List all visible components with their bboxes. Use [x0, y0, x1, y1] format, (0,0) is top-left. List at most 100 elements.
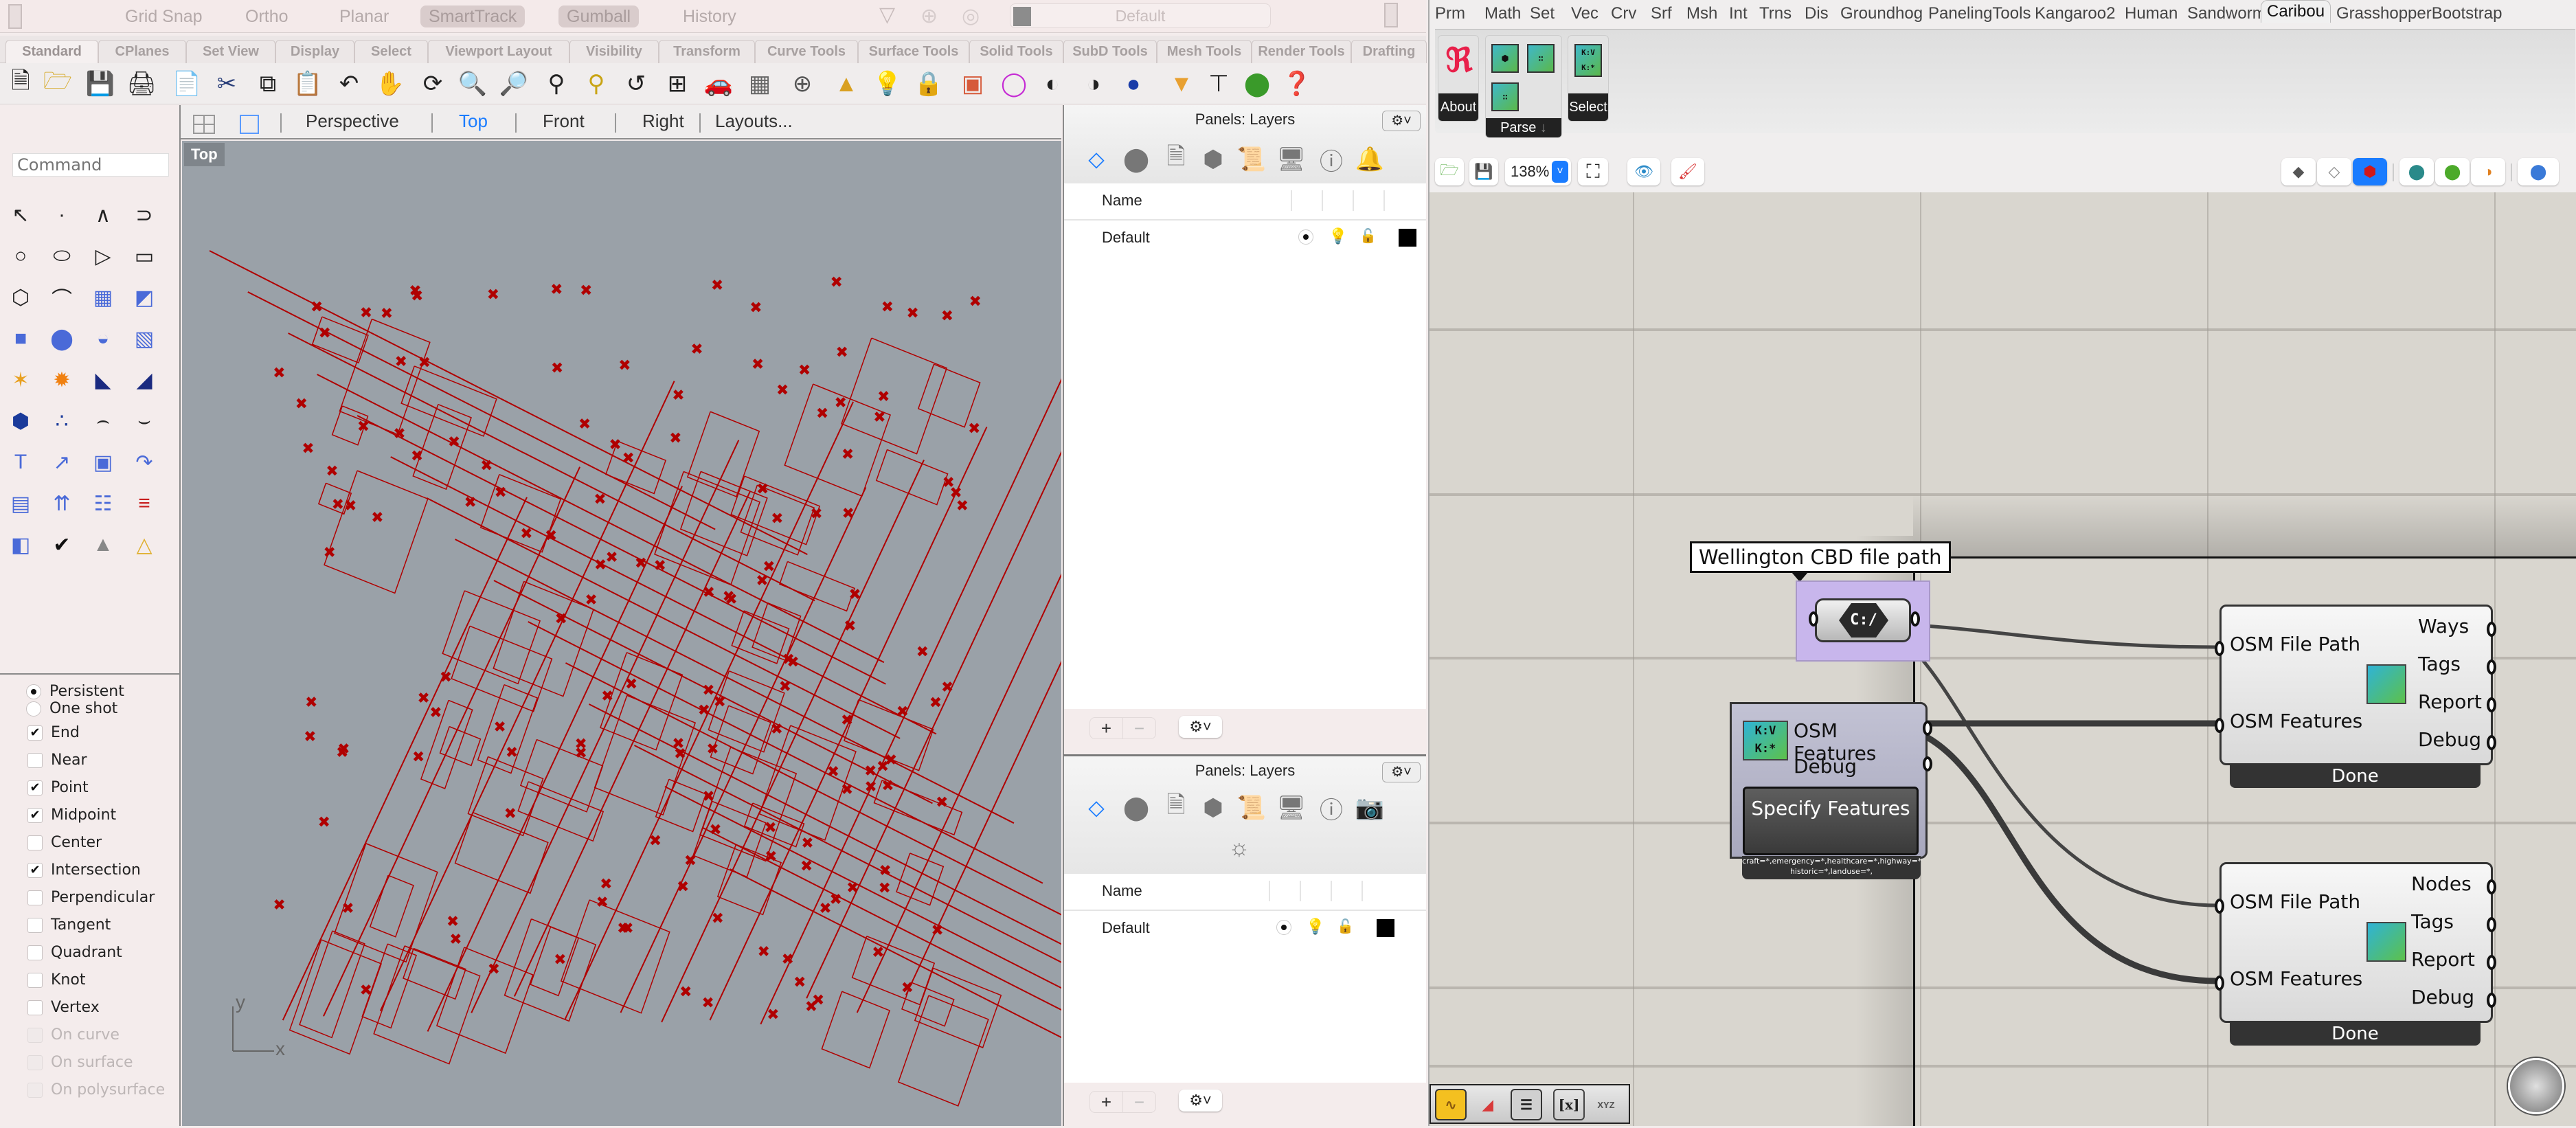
extrude-icon[interactable]: ◒ — [88, 324, 118, 354]
camera-icon[interactable]: 📷 — [1354, 792, 1386, 824]
object-properties-icon[interactable]: ⬢ — [1197, 144, 1229, 175]
output-grip[interactable] — [2487, 993, 2496, 1008]
specify-features-button[interactable]: Specify Features — [1743, 787, 1919, 855]
expression-icon[interactable]: [x] — [1553, 1089, 1585, 1120]
object-properties-icon[interactable]: ⬢ — [1197, 792, 1229, 824]
help-icon[interactable]: ⓘ — [1315, 792, 1347, 824]
input-grip[interactable] — [2215, 718, 2224, 733]
osnap-near[interactable]: Near — [27, 752, 87, 769]
four-view-layout-icon[interactable] — [193, 115, 215, 134]
layer-states-icon[interactable]: ⬤ — [1120, 144, 1152, 175]
preview-colour-icon[interactable]: ◑ — [2471, 158, 2505, 185]
fillet-icon[interactable]: ⌢ — [88, 406, 118, 436]
help-icon[interactable]: ❓ — [1282, 69, 1312, 99]
output-grip[interactable] — [2487, 697, 2496, 712]
layer-options-button[interactable]: ⚙˅ — [1179, 716, 1222, 738]
add-layer-button[interactable]: + — [1090, 1092, 1122, 1113]
gh-tab-prm[interactable]: Prm — [1435, 4, 1465, 23]
group-icon[interactable]: ∴ — [47, 406, 77, 436]
document-icon[interactable]: 🗎 — [1160, 792, 1192, 824]
chevron-down-icon[interactable]: ˅ — [1552, 161, 1568, 183]
cut-icon[interactable]: ✂ — [212, 69, 242, 99]
rendered-sphere-icon[interactable]: ● — [1118, 69, 1149, 99]
polygon-icon[interactable]: ⬡ — [5, 282, 36, 313]
layer-name[interactable]: Default — [1102, 919, 1150, 937]
tab-display[interactable]: Display — [275, 40, 354, 63]
rotate-view-icon[interactable]: ⟳ — [418, 69, 448, 99]
save-file-icon[interactable]: 💾 — [1469, 158, 1498, 185]
filter-icon[interactable]: ▽ — [879, 3, 895, 27]
input-grip[interactable] — [1809, 611, 1818, 627]
offset-icon[interactable]: ⌣ — [129, 406, 159, 436]
gh-tab-srf[interactable]: Srf — [1651, 4, 1672, 23]
viewport-tab-top[interactable]: Top — [459, 111, 488, 132]
curve-icon[interactable]: ⊃ — [129, 200, 159, 230]
canvas-navigation-widget[interactable] — [2508, 1058, 2564, 1114]
osnap-icon[interactable]: ⊕ — [787, 69, 817, 99]
layer-states-icon[interactable]: ⬤ — [1120, 792, 1152, 824]
sketch-brush-icon[interactable]: 🖌 — [1671, 158, 1704, 185]
surface-grid-icon[interactable]: ▧ — [129, 324, 159, 354]
shapes-icon[interactable]: ▲ — [831, 69, 861, 99]
layer-color-swatch[interactable] — [1377, 919, 1394, 937]
gh-tab-groundhog[interactable]: Groundhog — [1840, 4, 1923, 23]
extract-buildings-icon[interactable]: ⬢ — [1491, 44, 1519, 73]
viewport-tab-layouts[interactable]: Layouts... — [715, 111, 793, 132]
preview-selected-icon[interactable]: ⬤ — [2399, 158, 2434, 185]
display-monitor-icon[interactable]: 🖥 — [1276, 792, 1307, 824]
viewport-tab-perspective[interactable]: Perspective — [306, 111, 399, 132]
panel-toggle-icon[interactable] — [1384, 3, 1398, 27]
tab-drafting[interactable]: Drafting — [1351, 40, 1427, 63]
column-header-name[interactable]: Name — [1102, 882, 1142, 900]
visibility-bulb-icon[interactable]: 💡 — [1306, 918, 1324, 936]
notes-scroll-icon[interactable]: 📜 — [1236, 792, 1267, 824]
gh-tab-set[interactable]: Set — [1530, 4, 1555, 23]
grid-options-icon[interactable]: ▦ — [745, 69, 775, 99]
osnap-intersection[interactable]: ✔ Intersection — [27, 861, 141, 879]
viewport-tab-right[interactable]: Right — [642, 111, 684, 132]
array-icon[interactable]: ☷ — [88, 488, 118, 519]
input-grip[interactable] — [2215, 641, 2224, 656]
viewport-tab-front[interactable]: Front — [543, 111, 585, 132]
tab-curve-tools[interactable]: Curve Tools — [755, 40, 858, 63]
car-render-icon[interactable]: 🚗 — [703, 69, 734, 99]
point-icon[interactable]: · — [47, 200, 77, 230]
move-icon[interactable]: ↗ — [47, 447, 77, 477]
wireframe-sphere-icon[interactable]: ◐ — [1037, 69, 1067, 99]
dimension-icon[interactable]: ⊤ — [1204, 69, 1234, 99]
circle-icon[interactable]: ○ — [5, 241, 36, 271]
print-icon[interactable]: 🖨 — [126, 69, 157, 99]
gh-tab-crv[interactable]: Crv — [1611, 4, 1636, 23]
zoom-extents-icon[interactable]: ⛶ — [1578, 158, 1608, 185]
extract-nodes-icon[interactable]: ∷ — [1491, 82, 1519, 111]
fillet-curve-icon[interactable]: ⌒ — [47, 282, 77, 313]
column-header-name[interactable]: Name — [1102, 192, 1142, 210]
sidebar-toggle-icon[interactable] — [8, 4, 22, 29]
new-file-icon[interactable]: 🗎 — [5, 68, 36, 99]
sun-icon[interactable]: ☼ — [1223, 832, 1255, 864]
tab-transform[interactable]: Transform — [659, 40, 755, 63]
unlocked-icon[interactable]: 🔓 — [1337, 918, 1354, 936]
undo-view-icon[interactable]: ↺ — [621, 69, 651, 99]
check-icon[interactable]: ✔ — [47, 530, 77, 560]
sphere-icon[interactable]: ⬤ — [47, 324, 77, 354]
zoom-extents-icon[interactable]: ⚲ — [541, 69, 572, 99]
extract-ways-icon[interactable]: ∷ — [1527, 44, 1555, 73]
lock-icon[interactable]: 🔒 — [914, 69, 944, 99]
osnap-quadrant[interactable]: Quadrant — [27, 944, 122, 961]
gh-tab-panelingtools[interactable]: PanelingTools — [1928, 4, 2031, 23]
osnap-knot[interactable]: Knot — [27, 971, 85, 989]
solids-icon[interactable]: ▲ — [88, 530, 118, 560]
gumball-toggle[interactable]: Gumball — [558, 5, 640, 27]
trim-icon[interactable]: ◣ — [88, 365, 118, 395]
viewport-label[interactable]: Top — [184, 143, 225, 166]
checkbox[interactable]: ✔ — [27, 780, 43, 796]
zoom-window-icon[interactable]: 🔎 — [499, 69, 529, 99]
ortho-toggle[interactable]: Ortho — [237, 5, 297, 27]
tab-set-view[interactable]: Set View — [186, 40, 275, 63]
checkbox[interactable] — [27, 835, 43, 850]
gh-tab-vec[interactable]: Vec — [1571, 4, 1598, 23]
properties-icon[interactable]: 📄 — [172, 69, 202, 99]
osnap-tangent[interactable]: Tangent — [27, 916, 111, 934]
specify-features-component[interactable]: K:V K:* OSM Features Debug Specify Featur… — [1730, 702, 1932, 859]
